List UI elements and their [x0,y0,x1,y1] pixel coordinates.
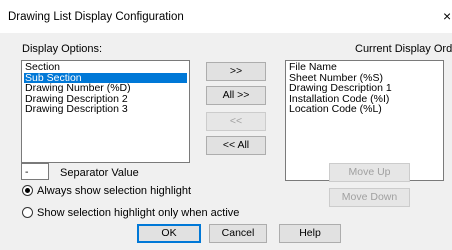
close-icon[interactable]: × [443,8,451,24]
remove-button[interactable]: << [206,112,266,131]
help-button[interactable]: Help [279,224,341,243]
move-up-button[interactable]: Move Up [329,163,410,182]
remove-all-button[interactable]: << All [206,136,266,155]
move-down-button[interactable]: Move Down [329,188,410,207]
always-highlight-label[interactable]: Always show selection highlight [37,185,191,197]
add-button[interactable]: >> [206,62,266,81]
add-all-button[interactable]: All >> [206,86,266,105]
display-option-item[interactable]: Drawing Number (%D) [24,83,187,94]
separator-label: Separator Value [60,167,139,179]
cancel-button[interactable]: Cancel [209,224,267,243]
ok-button[interactable]: OK [137,224,201,243]
radio-selected-dot [25,188,30,193]
current-order-label: Current Display Order: [355,43,452,55]
display-order-item[interactable]: Drawing Description 1 [288,83,441,94]
window-title: Drawing List Display Configuration [8,11,184,23]
active-highlight-label[interactable]: Show selection highlight only when activ… [37,207,239,219]
always-highlight-radio[interactable] [22,185,33,196]
display-order-item[interactable]: File Name [288,62,441,73]
title-bar: Drawing List Display Configuration × [0,0,452,33]
display-order-item[interactable]: Location Code (%L) [288,104,441,115]
display-options-list[interactable]: Section Sub Section Drawing Number (%D) Dra… [21,60,190,163]
display-option-item[interactable]: Section [24,62,187,73]
separator-input[interactable]: - [21,163,49,180]
active-highlight-radio[interactable] [22,207,33,218]
display-options-label: Display Options: [22,43,103,55]
display-option-item[interactable]: Drawing Description 3 [24,104,187,115]
dialog-body: Display Options: Section Sub Section Drawi… [0,33,452,250]
